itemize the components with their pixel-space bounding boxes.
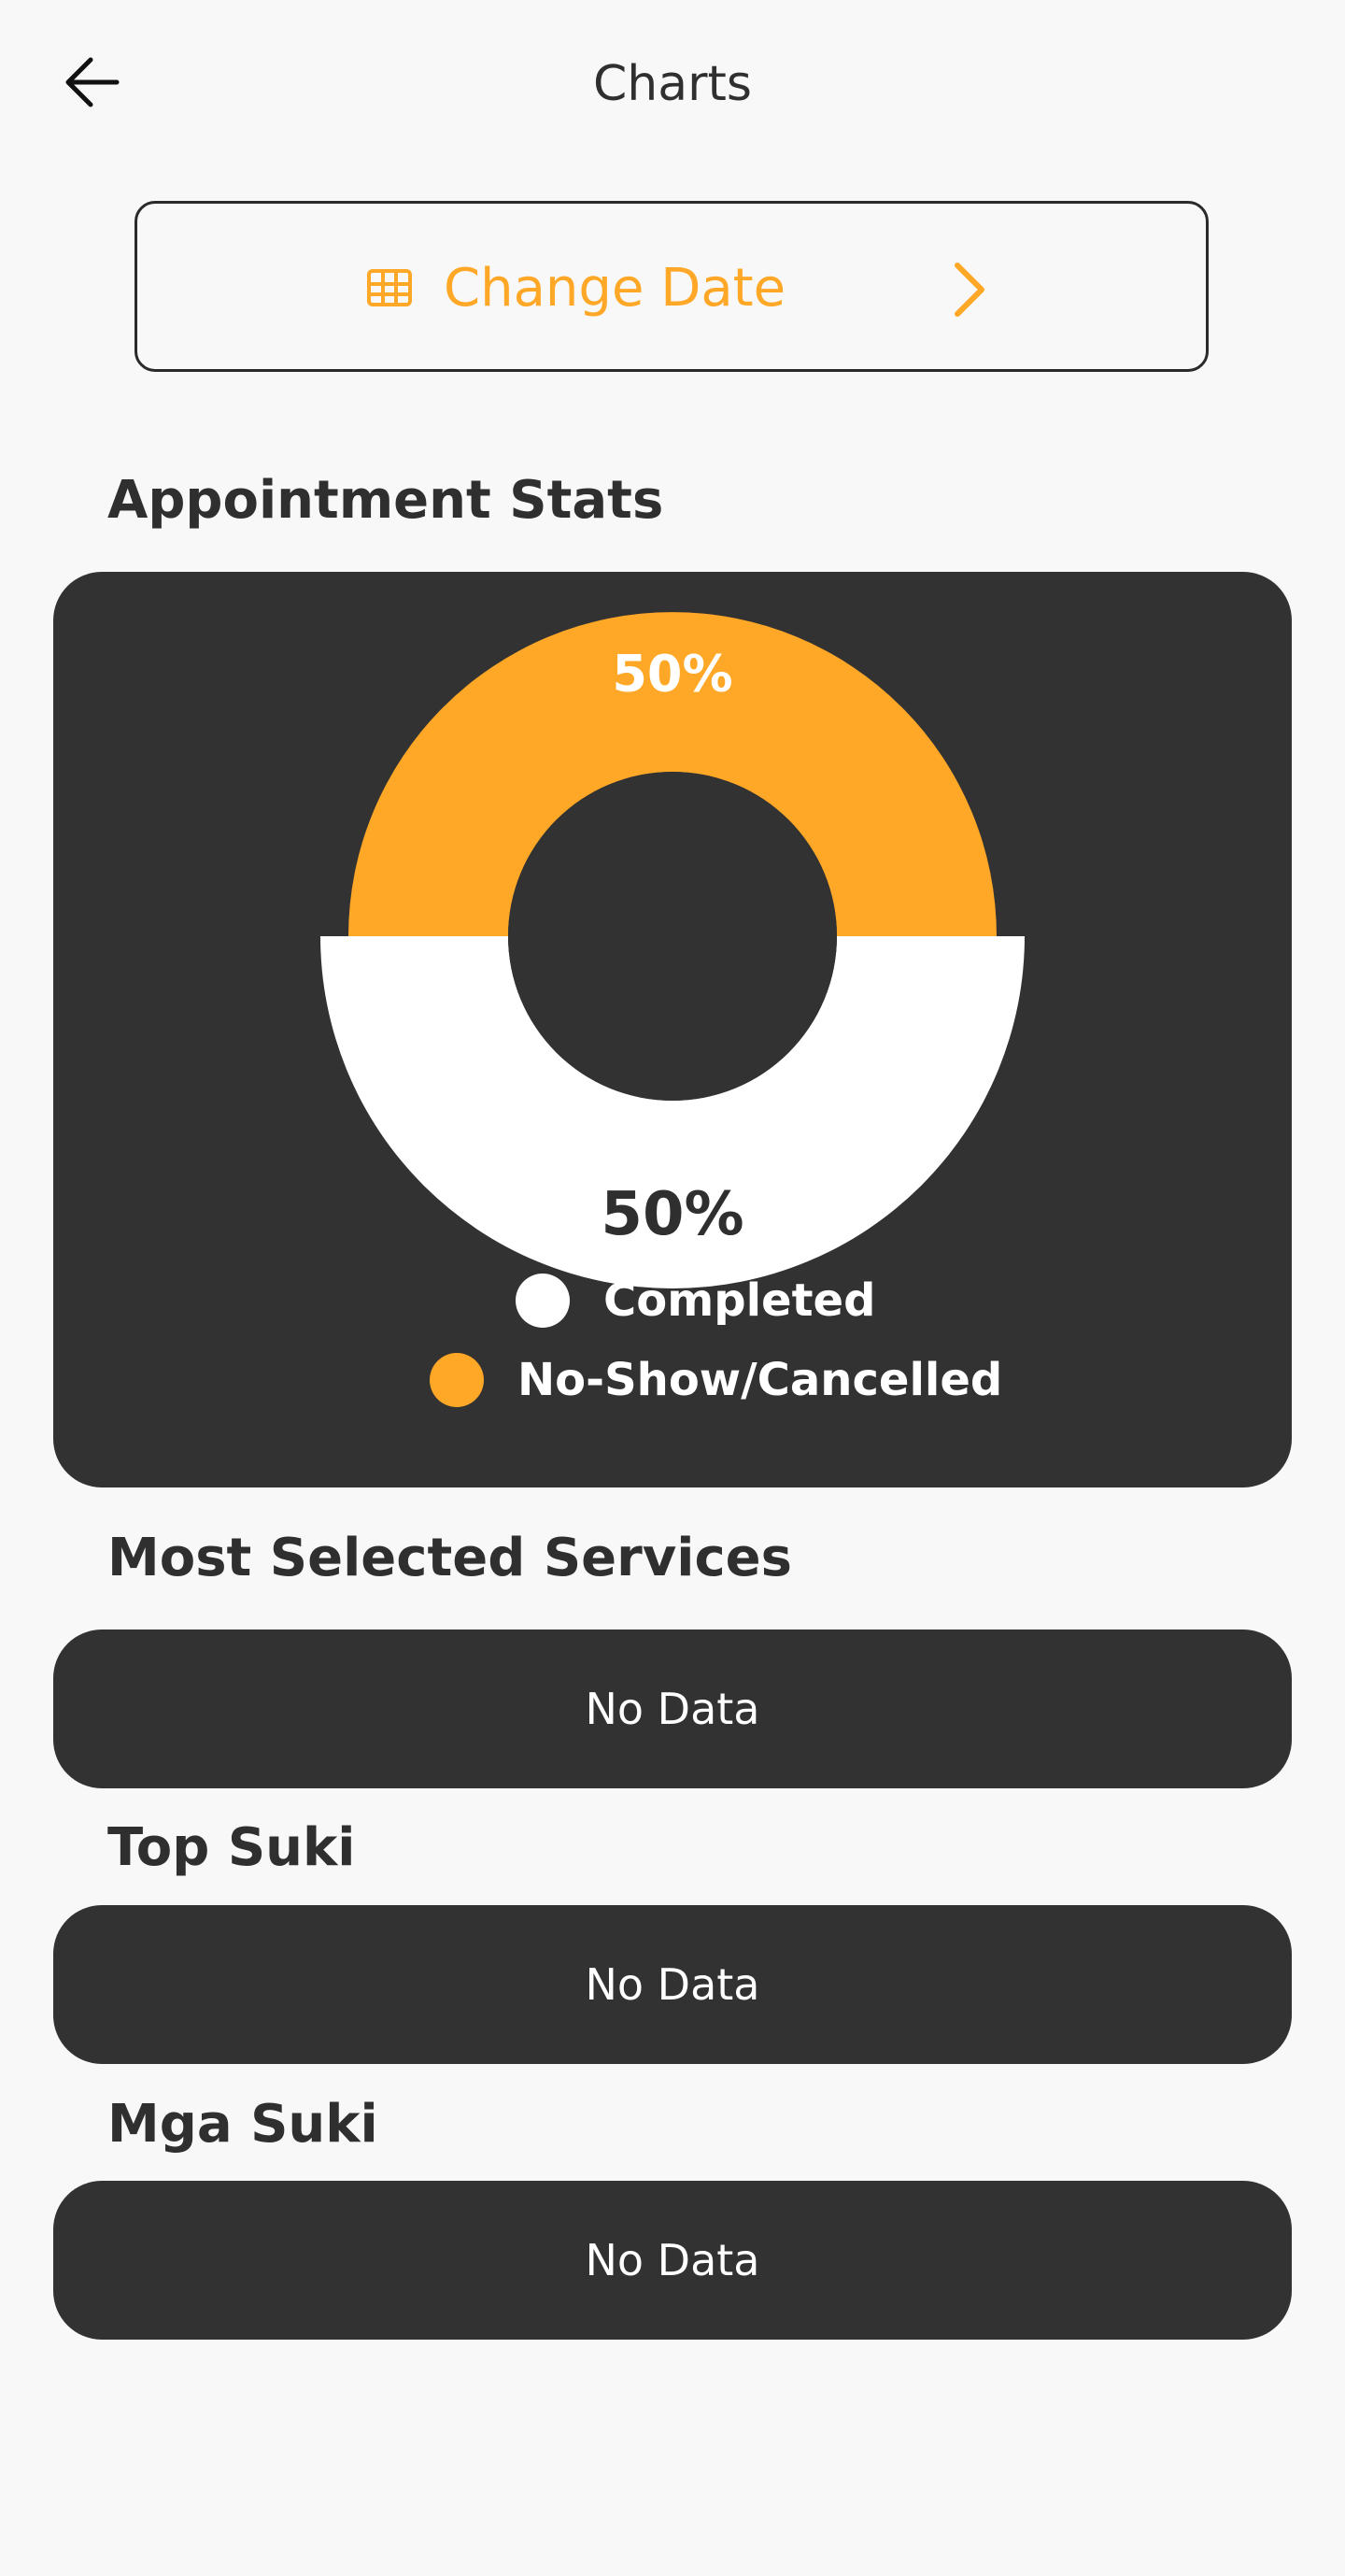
legend-dot-completed bbox=[516, 1274, 570, 1328]
change-date-button[interactable]: Change Date bbox=[134, 201, 1209, 372]
calendar-grid-icon bbox=[367, 269, 412, 306]
app-header: Charts bbox=[0, 0, 1345, 168]
donut-label-no-show-cancelled: 50% bbox=[612, 644, 732, 703]
legend-item-no-show-cancelled: No-Show/Cancelled bbox=[430, 1352, 1002, 1408]
donut-label-completed: 50% bbox=[601, 1180, 743, 1249]
mga-suki-card: No Data bbox=[53, 2181, 1292, 2340]
legend-dot-no-show-cancelled bbox=[430, 1353, 484, 1407]
no-data-text: No Data bbox=[585, 2235, 760, 2285]
appointment-stats-title: Appointment Stats bbox=[107, 470, 664, 531]
top-suki-title: Top Suki bbox=[107, 1817, 356, 1878]
change-date-label: Change Date bbox=[444, 258, 786, 319]
page-title: Charts bbox=[593, 56, 752, 112]
chevron-right-icon bbox=[955, 263, 984, 317]
legend-item-completed: Completed bbox=[516, 1273, 875, 1329]
legend-label-completed: Completed bbox=[603, 1274, 876, 1327]
top-suki-card: No Data bbox=[53, 1905, 1292, 2064]
donut-hole bbox=[508, 772, 837, 1101]
most-selected-services-title: Most Selected Services bbox=[107, 1528, 792, 1588]
appointment-stats-card: 50% 50% Completed No-Show/Cancelled bbox=[53, 572, 1292, 1487]
legend-label-no-show-cancelled: No-Show/Cancelled bbox=[517, 1354, 1003, 1406]
no-data-text: No Data bbox=[585, 1959, 760, 2010]
mga-suki-title: Mga Suki bbox=[107, 2094, 378, 2155]
no-data-text: No Data bbox=[585, 1684, 760, 1734]
appointment-donut-chart: 50% 50% bbox=[320, 612, 1025, 1288]
most-selected-services-card: No Data bbox=[53, 1630, 1292, 1788]
